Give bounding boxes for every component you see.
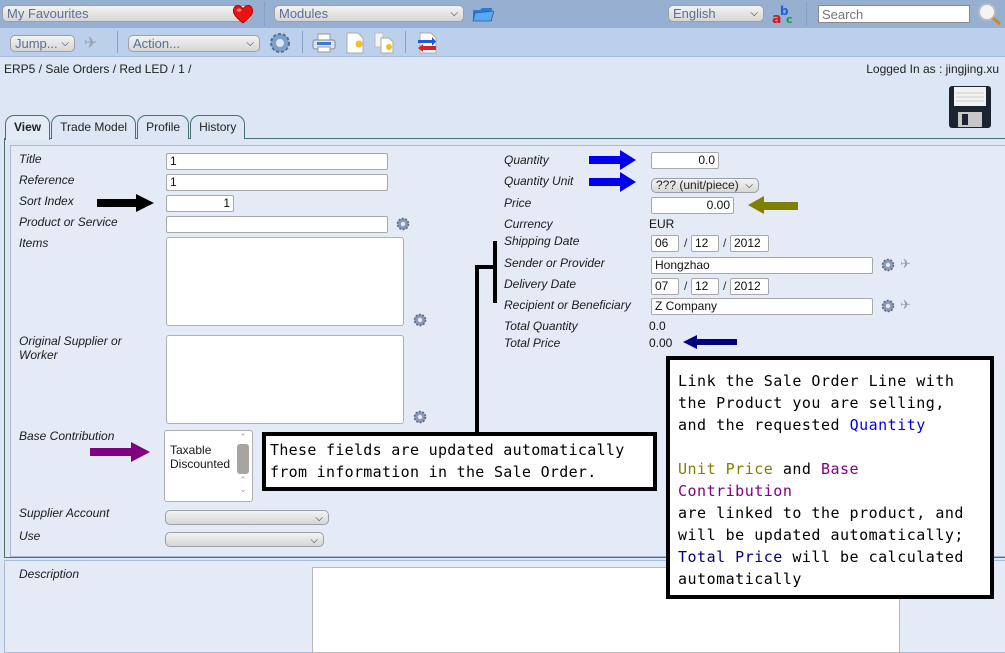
callout-text: Total Price will be calculated (678, 546, 982, 568)
callout-highlight-quantity: Quantity (849, 416, 926, 434)
price-arrow (748, 196, 798, 214)
callout-text: and the requested (678, 416, 850, 434)
callout-text: These fields are updated automatically (270, 441, 625, 459)
callout-text: Link the Sale Order Line with (678, 372, 955, 390)
sort-index-arrow (97, 194, 154, 212)
callout-text: automatically (678, 570, 802, 588)
callout-text: from information in the Sale Order. (270, 463, 597, 481)
callout-text: and the requested Quantity (678, 414, 982, 436)
callout-text: and (773, 460, 821, 478)
auto-fields-callout: These fields are updated automatically f… (262, 432, 657, 491)
auto-fields-bracket (475, 241, 497, 435)
callout-text: Unit Price and Base Contribution (678, 458, 982, 502)
callout-text: the Product you are selling, (678, 394, 945, 412)
base-contribution-arrow (90, 442, 150, 462)
callout-spacer (678, 436, 982, 458)
quantity-unit-arrow (589, 172, 636, 192)
callout-text: will be calculated (782, 548, 964, 566)
callout-text: are linked to the product, and (678, 504, 964, 522)
help-callout: Link the Sale Order Line with the Produc… (666, 356, 994, 599)
quantity-arrow (589, 150, 636, 170)
total-price-arrow (683, 335, 737, 349)
callout-highlight-total-price: Total Price (678, 548, 783, 566)
callout-highlight-unit-price: Unit Price (678, 460, 774, 478)
callout-text: will be updated automatically; (678, 526, 964, 544)
